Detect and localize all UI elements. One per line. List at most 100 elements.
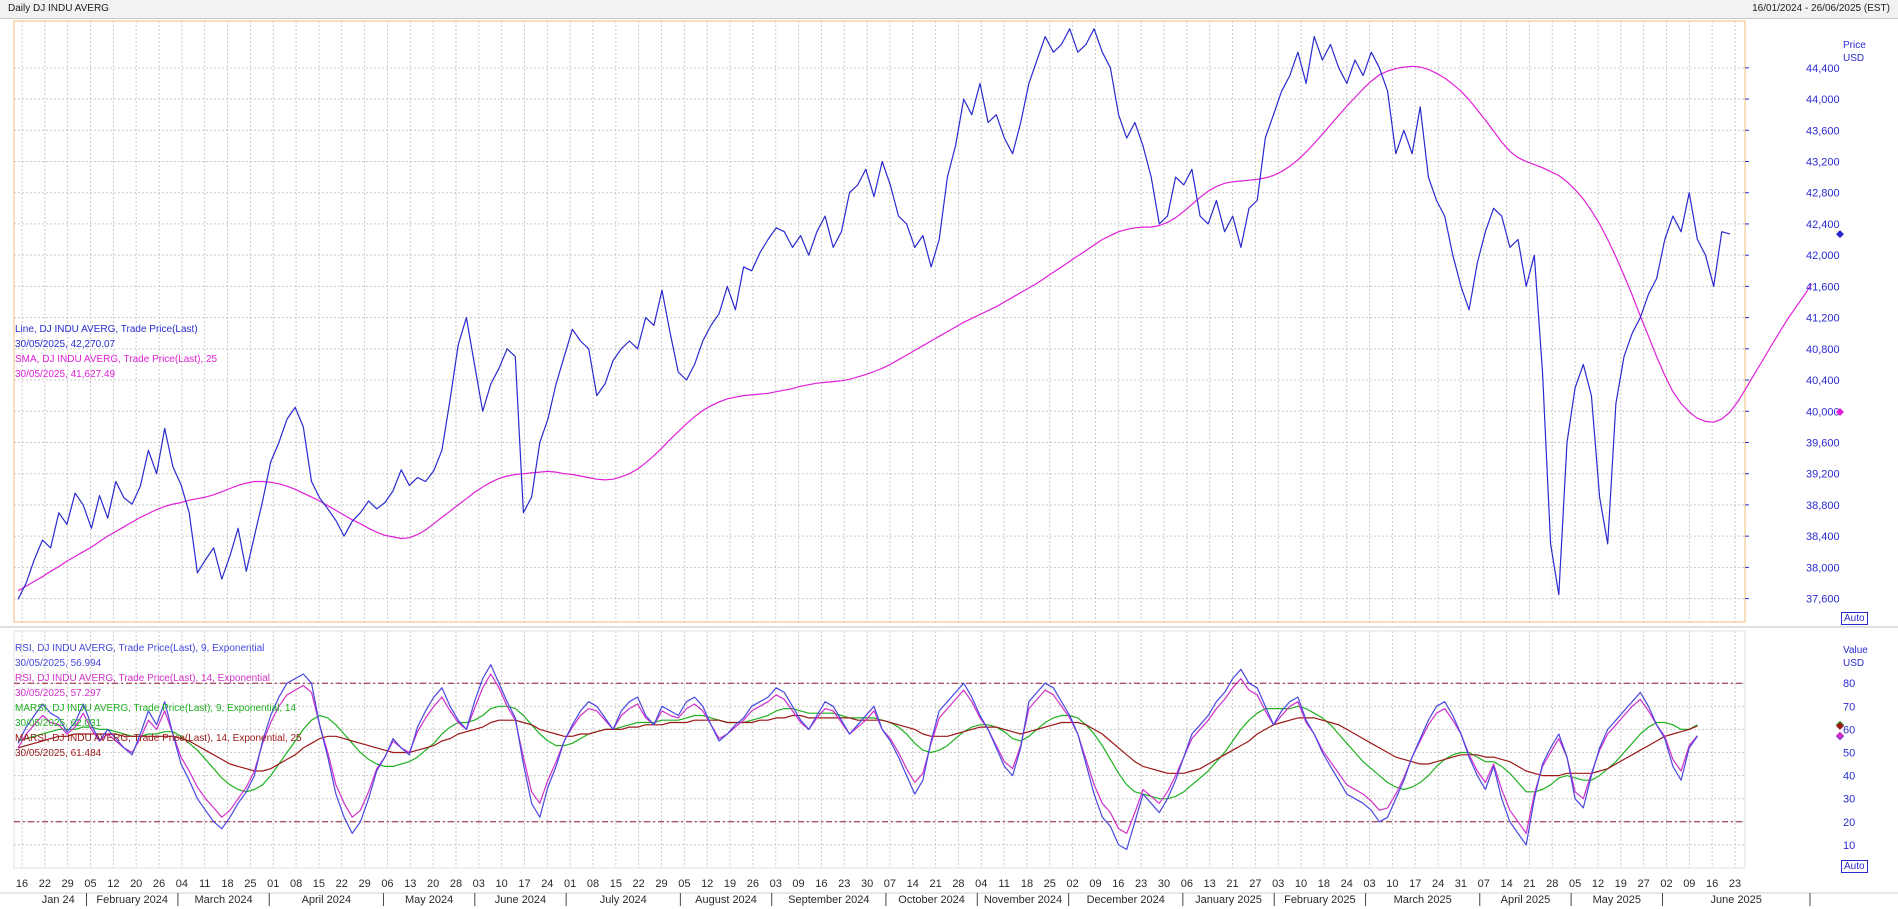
x-tick-label: 26 bbox=[747, 878, 759, 890]
legend-rsi14-value: 30/05/2025, 57.297 bbox=[15, 688, 102, 699]
x-tick-label: 04 bbox=[975, 878, 987, 890]
x-tick-label: 10 bbox=[1295, 878, 1307, 890]
price-y-tick-label: 43,600 bbox=[1806, 125, 1840, 137]
indicator-y-tick-label: 50 bbox=[1843, 748, 1855, 760]
x-tick-label: 29 bbox=[358, 878, 370, 890]
price-y-tick-label: 38,800 bbox=[1806, 500, 1840, 512]
month-label: Jan 24 bbox=[42, 894, 75, 906]
x-tick-label: 12 bbox=[701, 878, 713, 890]
price-y-tick-label: 43,200 bbox=[1806, 156, 1840, 168]
x-tick-label: 29 bbox=[655, 878, 667, 890]
x-tick-label: 16 bbox=[815, 878, 827, 890]
x-tick-label: 21 bbox=[1226, 878, 1238, 890]
price-auto-scale-button[interactable]: Auto bbox=[1841, 612, 1868, 625]
legend-marsi9-label: MARSI, DJ INDU AVERG, Trade Price(Last),… bbox=[15, 703, 297, 714]
x-tick-label: 21 bbox=[1523, 878, 1535, 890]
price-axis-name: Price bbox=[1843, 40, 1866, 51]
indicator-axis-name: Value bbox=[1843, 645, 1868, 656]
price-y-tick-label: 40,000 bbox=[1806, 406, 1840, 418]
legend-marsi14-label: MARSI, DJ INDU AVERG, Trade Price(Last),… bbox=[15, 733, 302, 744]
month-label: May 2025 bbox=[1593, 894, 1641, 906]
x-tick-label: 12 bbox=[1592, 878, 1604, 890]
price-y-tick-label: 42,800 bbox=[1806, 188, 1840, 200]
indicator-y-tick-label: 80 bbox=[1843, 678, 1855, 690]
x-tick-label: 05 bbox=[678, 878, 690, 890]
indicator-y-tick-label: 10 bbox=[1843, 840, 1855, 852]
month-label: July 2024 bbox=[600, 894, 647, 906]
price-last-marker bbox=[1836, 230, 1844, 239]
indicator-axis-unit: USD bbox=[1843, 658, 1865, 669]
x-tick-label: 17 bbox=[1409, 878, 1421, 890]
price-y-tick-label: 39,200 bbox=[1806, 469, 1840, 481]
x-tick-label: 05 bbox=[84, 878, 96, 890]
x-tick-label: 27 bbox=[1638, 878, 1650, 890]
indicator-y-tick-label: 70 bbox=[1843, 701, 1855, 713]
price-y-tick-label: 40,800 bbox=[1806, 344, 1840, 356]
x-tick-label: 16 bbox=[1706, 878, 1718, 890]
x-tick-label: 11 bbox=[199, 878, 210, 890]
month-label: May 2024 bbox=[405, 894, 453, 906]
x-tick-label: 15 bbox=[610, 878, 622, 890]
x-tick-label: 24 bbox=[1341, 878, 1353, 890]
x-tick-label: 09 bbox=[1089, 878, 1101, 890]
x-tick-label: 03 bbox=[1363, 878, 1375, 890]
x-tick-label: 04 bbox=[176, 878, 188, 890]
price-series-line bbox=[17, 28, 1731, 600]
x-tick-label: 10 bbox=[1386, 878, 1398, 890]
legend-marsi14-value: 30/05/2025, 61.484 bbox=[15, 748, 102, 759]
indicator-auto-scale-button[interactable]: Auto bbox=[1841, 860, 1868, 873]
month-label: June 2024 bbox=[495, 894, 546, 906]
legend-line-label: Line, DJ INDU AVERG, Trade Price(Last) bbox=[15, 324, 198, 335]
x-tick-label: 13 bbox=[404, 878, 416, 890]
x-tick-label: 20 bbox=[130, 878, 142, 890]
x-tick-label: 24 bbox=[1432, 878, 1444, 890]
x-tick-label: 02 bbox=[1660, 878, 1672, 890]
x-tick-label: 24 bbox=[541, 878, 553, 890]
indicator-y-tick-label: 30 bbox=[1843, 794, 1855, 806]
legend-rsi9-label: RSI, DJ INDU AVERG, Trade Price(Last), 9… bbox=[15, 643, 265, 654]
x-tick-label: 07 bbox=[1478, 878, 1490, 890]
x-tick-label: 19 bbox=[1615, 878, 1627, 890]
price-legend: Line, DJ INDU AVERG, Trade Price(Last) 3… bbox=[15, 322, 217, 382]
x-tick-label: 18 bbox=[1021, 878, 1033, 890]
x-tick-label: 12 bbox=[107, 878, 119, 890]
x-tick-label: 19 bbox=[724, 878, 736, 890]
x-tick-label: 28 bbox=[952, 878, 964, 890]
indicator-y-tick-label: 60 bbox=[1843, 724, 1855, 736]
x-tick-label: 08 bbox=[587, 878, 599, 890]
price-y-tick-label: 41,600 bbox=[1806, 281, 1840, 293]
x-tick-label: 20 bbox=[427, 878, 439, 890]
x-tick-label: 21 bbox=[929, 878, 941, 890]
indicator-axis-title: Value USD bbox=[1843, 644, 1868, 670]
x-tick-label: 13 bbox=[1204, 878, 1216, 890]
month-label: December 2024 bbox=[1087, 894, 1165, 906]
month-label: January 2025 bbox=[1195, 894, 1262, 906]
price-y-tick-label: 42,400 bbox=[1806, 219, 1840, 231]
price-y-tick-label: 38,400 bbox=[1806, 531, 1840, 543]
x-tick-label: 09 bbox=[792, 878, 804, 890]
x-tick-label: 22 bbox=[39, 878, 51, 890]
legend-sma-value: 30/05/2025, 41,627.49 bbox=[15, 369, 116, 380]
x-tick-label: 03 bbox=[1272, 878, 1284, 890]
x-tick-label: 09 bbox=[1683, 878, 1695, 890]
price-axis-title: Price USD bbox=[1843, 39, 1866, 65]
x-tick-label: 23 bbox=[1729, 878, 1741, 890]
x-tick-label: 18 bbox=[1318, 878, 1330, 890]
x-tick-label: 15 bbox=[313, 878, 325, 890]
sma-series-line bbox=[17, 65, 1812, 592]
month-label: February 2024 bbox=[96, 894, 168, 906]
x-tick-label: 03 bbox=[473, 878, 485, 890]
legend-marsi9-value: 30/05/2025, 62.031 bbox=[15, 718, 102, 729]
legend-line-value: 30/05/2025, 42,270.07 bbox=[15, 339, 116, 350]
month-label: June 2025 bbox=[1711, 894, 1762, 906]
x-tick-label: 28 bbox=[450, 878, 462, 890]
x-tick-label: 18 bbox=[221, 878, 233, 890]
x-tick-label: 27 bbox=[1249, 878, 1261, 890]
month-label: April 2024 bbox=[302, 894, 352, 906]
month-label: September 2024 bbox=[788, 894, 869, 906]
legend-rsi14-label: RSI, DJ INDU AVERG, Trade Price(Last), 1… bbox=[15, 673, 270, 684]
chart-canvas[interactable]: 37,600 38,000 38,400 38,800 39,200 39,600 40,0… bbox=[0, 0, 1898, 909]
x-tick-label: 05 bbox=[1569, 878, 1581, 890]
month-label: April 2025 bbox=[1501, 894, 1551, 906]
x-tick-label: 06 bbox=[381, 878, 393, 890]
